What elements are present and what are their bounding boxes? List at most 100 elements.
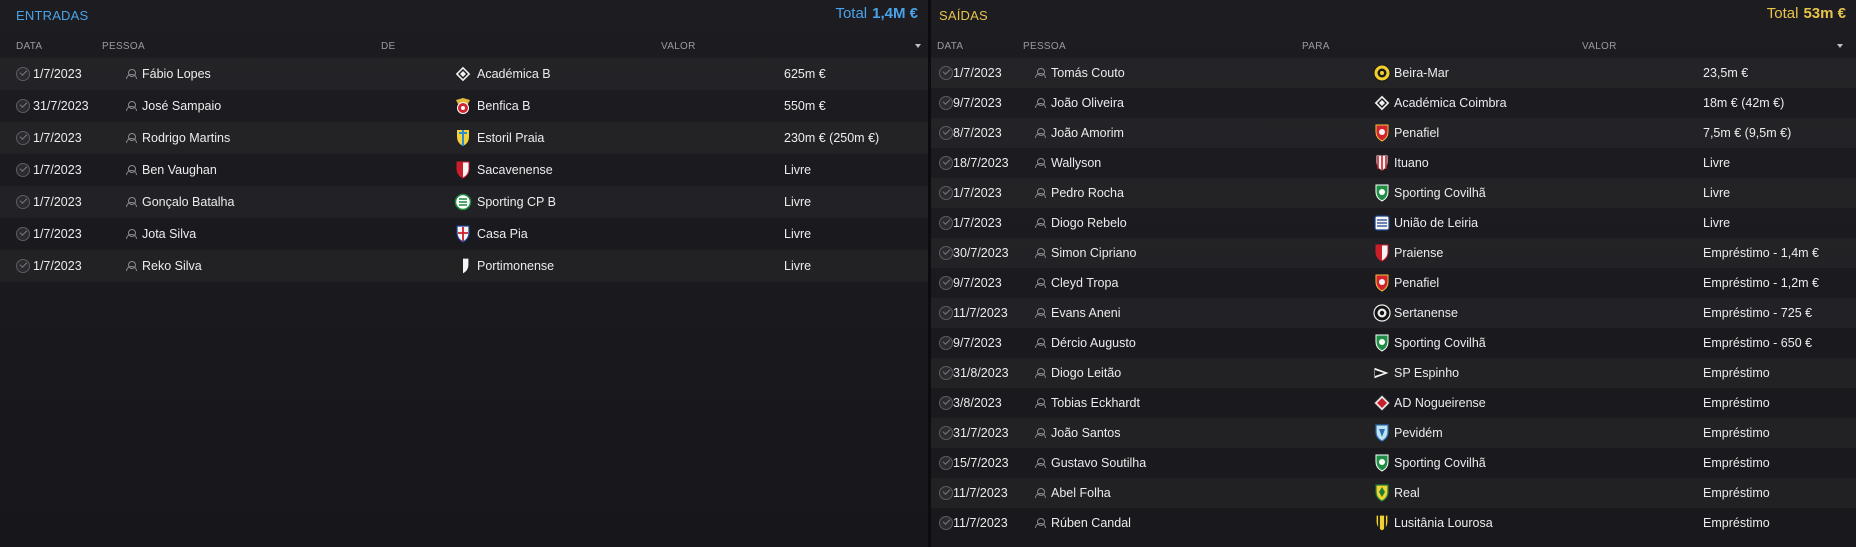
club-name-link[interactable]: Sporting Covilhã (1394, 186, 1486, 200)
club-name-link[interactable]: Penafiel (1394, 276, 1439, 290)
table-row[interactable]: 1/7/2023 Rodrigo Martins Estoril Praia 230m… (0, 122, 928, 154)
check-icon[interactable] (939, 426, 953, 440)
club-name-link[interactable]: Sporting Covilhã (1394, 456, 1486, 470)
player-name-link[interactable]: Gonçalo Batalha (142, 195, 234, 209)
club-name-link[interactable]: AD Nogueirense (1394, 396, 1486, 410)
check-icon[interactable] (939, 96, 953, 110)
check-icon[interactable] (939, 516, 953, 530)
table-row[interactable]: 1/7/2023 Fábio Lopes Académica B 625m € (0, 58, 928, 90)
check-icon[interactable] (16, 195, 30, 209)
club-name-link[interactable]: Sacavenense (477, 163, 553, 177)
check-icon[interactable] (16, 227, 30, 241)
club-name-link[interactable]: Benfica B (477, 99, 531, 113)
sort-descending-icon[interactable] (1837, 44, 1843, 48)
check-icon[interactable] (16, 99, 30, 113)
player-name-link[interactable]: Abel Folha (1051, 486, 1111, 500)
table-row[interactable]: 11/7/2023 Evans Aneni Sertanense Empréstimo… (931, 298, 1856, 328)
player-name-link[interactable]: José Sampaio (142, 99, 221, 113)
check-icon[interactable] (16, 131, 30, 145)
club-name-link[interactable]: Lusitânia Lourosa (1394, 516, 1493, 530)
club-name-link[interactable]: Penafiel (1394, 126, 1439, 140)
table-row[interactable]: 1/7/2023 Reko Silva Portimonense Livre (0, 250, 928, 282)
column-header-date[interactable]: DATA (16, 41, 42, 52)
club-name-link[interactable]: Beira-Mar (1394, 66, 1449, 80)
check-icon[interactable] (939, 276, 953, 290)
player-name-link[interactable]: Jota Silva (142, 227, 196, 241)
check-icon[interactable] (939, 456, 953, 470)
table-row[interactable]: 11/7/2023 Rúben Candal Lusitânia Lourosa Em… (931, 508, 1856, 538)
column-header-to-club[interactable]: PARA (1302, 41, 1330, 52)
player-name-link[interactable]: João Santos (1051, 426, 1121, 440)
club-name-link[interactable]: Sertanense (1394, 306, 1458, 320)
club-name-link[interactable]: Académica B (477, 67, 551, 81)
table-row[interactable]: 1/7/2023 Pedro Rocha Sporting Covilhã Livre (931, 178, 1856, 208)
club-name-link[interactable]: União de Leiria (1394, 216, 1478, 230)
player-name-link[interactable]: João Amorim (1051, 126, 1124, 140)
table-row[interactable]: 30/7/2023 Simon Cipriano Praiense Empréstim… (931, 238, 1856, 268)
player-name-link[interactable]: Cleyd Tropa (1051, 276, 1118, 290)
player-name-link[interactable]: Tobias Eckhardt (1051, 396, 1140, 410)
table-row[interactable]: 18/7/2023 Wallyson Ituano Livre (931, 148, 1856, 178)
column-header-value[interactable]: VALOR (661, 41, 696, 52)
player-name-link[interactable]: Tomás Couto (1051, 66, 1125, 80)
player-name-link[interactable]: Rúben Candal (1051, 516, 1131, 530)
column-header-date[interactable]: DATA (937, 41, 963, 52)
player-name-link[interactable]: Ben Vaughan (142, 163, 217, 177)
player-name-link[interactable]: Gustavo Soutilha (1051, 456, 1146, 470)
column-header-from-club[interactable]: DE (381, 41, 396, 52)
player-name-link[interactable]: Evans Aneni (1051, 306, 1121, 320)
player-name-link[interactable]: Diogo Rebelo (1051, 216, 1127, 230)
player-name-link[interactable]: João Oliveira (1051, 96, 1124, 110)
table-row[interactable]: 1/7/2023 Tomás Couto Beira-Mar 23,5m € (931, 58, 1856, 88)
table-row[interactable]: 1/7/2023 Ben Vaughan Sacavenense Livre (0, 154, 928, 186)
club-name-link[interactable]: Estoril Praia (477, 131, 544, 145)
check-icon[interactable] (16, 67, 30, 81)
check-icon[interactable] (939, 156, 953, 170)
check-icon[interactable] (939, 246, 953, 260)
player-name-link[interactable]: Reko Silva (142, 259, 202, 273)
table-row[interactable]: 1/7/2023 Jota Silva Casa Pia Livre (0, 218, 928, 250)
sort-descending-icon[interactable] (915, 44, 921, 48)
club-name-link[interactable]: Real (1394, 486, 1420, 500)
table-row[interactable]: 31/7/2023 João Santos Pevidém Empréstimo (931, 418, 1856, 448)
table-row[interactable]: 1/7/2023 Diogo Rebelo União de Leiria Livre (931, 208, 1856, 238)
check-icon[interactable] (16, 259, 30, 273)
check-icon[interactable] (939, 216, 953, 230)
table-row[interactable]: 11/7/2023 Abel Folha Real Empréstimo (931, 478, 1856, 508)
table-row[interactable]: 9/7/2023 Cleyd Tropa Penafiel Empréstimo - … (931, 268, 1856, 298)
table-row[interactable]: 9/7/2023 Dércio Augusto Sporting Covilhã Em… (931, 328, 1856, 358)
check-icon[interactable] (939, 186, 953, 200)
player-name-link[interactable]: Wallyson (1051, 156, 1101, 170)
club-name-link[interactable]: SP Espinho (1394, 366, 1459, 380)
table-row[interactable]: 31/7/2023 José Sampaio Benfica B 550m € (0, 90, 928, 122)
check-icon[interactable] (939, 126, 953, 140)
player-name-link[interactable]: Diogo Leitão (1051, 366, 1121, 380)
table-row[interactable]: 31/8/2023 Diogo Leitão SP Espinho Empréstim… (931, 358, 1856, 388)
club-name-link[interactable]: Sporting CP B (477, 195, 556, 209)
club-name-link[interactable]: Pevidém (1394, 426, 1443, 440)
table-row[interactable]: 15/7/2023 Gustavo Soutilha Sporting Covilh… (931, 448, 1856, 478)
check-icon[interactable] (16, 163, 30, 177)
check-icon[interactable] (939, 396, 953, 410)
club-name-link[interactable]: Académica Coimbra (1394, 96, 1507, 110)
player-name-link[interactable]: Fábio Lopes (142, 67, 211, 81)
column-header-value[interactable]: VALOR (1582, 41, 1617, 52)
table-row[interactable]: 8/7/2023 João Amorim Penafiel 7,5m € (9,5m … (931, 118, 1856, 148)
table-row[interactable]: 1/7/2023 Gonçalo Batalha Sporting CP B Livr… (0, 186, 928, 218)
column-header-person[interactable]: PESSOA (1023, 41, 1066, 52)
club-name-link[interactable]: Casa Pia (477, 227, 528, 241)
check-icon[interactable] (939, 366, 953, 380)
column-header-person[interactable]: PESSOA (102, 41, 145, 52)
club-name-link[interactable]: Praiense (1394, 246, 1443, 260)
table-row[interactable]: 9/7/2023 João Oliveira Académica Coimbra 18… (931, 88, 1856, 118)
check-icon[interactable] (939, 66, 953, 80)
table-row[interactable]: 3/8/2023 Tobias Eckhardt AD Nogueirense Emp… (931, 388, 1856, 418)
check-icon[interactable] (939, 336, 953, 350)
check-icon[interactable] (939, 306, 953, 320)
player-name-link[interactable]: Rodrigo Martins (142, 131, 230, 145)
player-name-link[interactable]: Pedro Rocha (1051, 186, 1124, 200)
player-name-link[interactable]: Simon Cipriano (1051, 246, 1136, 260)
club-name-link[interactable]: Sporting Covilhã (1394, 336, 1486, 350)
club-name-link[interactable]: Portimonense (477, 259, 554, 273)
club-name-link[interactable]: Ituano (1394, 156, 1429, 170)
